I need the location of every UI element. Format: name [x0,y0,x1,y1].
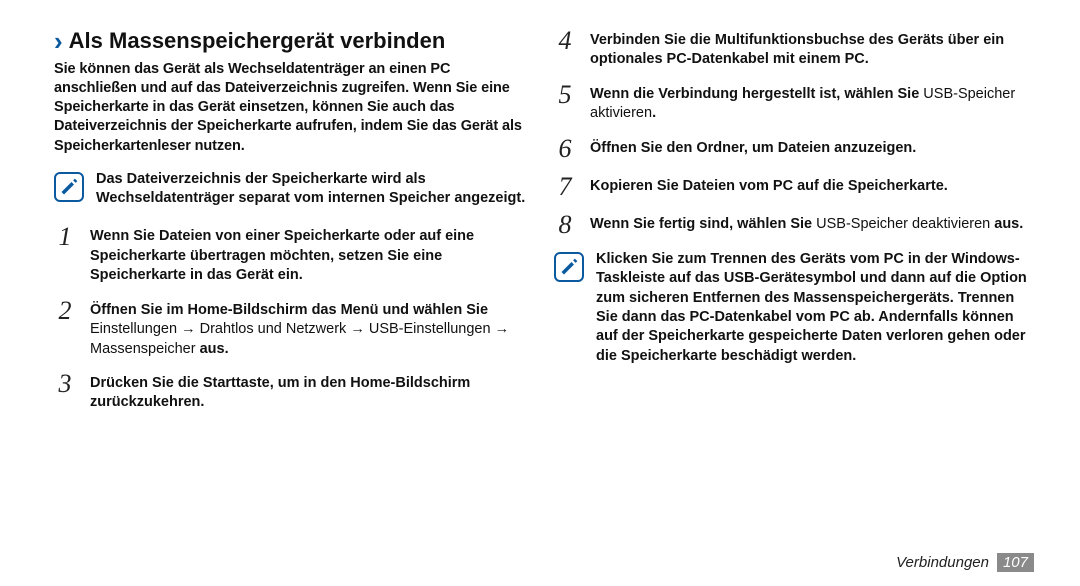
step-6: 6 Öffnen Sie den Ordner, um Dateien anzu… [554,136,1032,162]
bold-run: aus. [994,216,1023,232]
step-number: 1 [54,224,76,250]
note-left: Das Dateiverzeichnis der Speicherkarte w… [54,170,532,209]
steps-left: 1 Wenn Sie Dateien von einer Speicherkar… [54,224,532,412]
footer-section-label: Verbindungen [896,554,989,571]
note-right: Klicken Sie zum Trennen des Geräts vom P… [554,250,1032,367]
step-text: Öffnen Sie im Home-Bildschirm das Menü u… [90,298,532,359]
light-run: USB-Speicher deaktivieren [816,216,994,232]
step-2: 2 Öffnen Sie im Home-Bildschirm das Menü… [54,298,532,359]
step-text: Drücken Sie die Starttaste, um in den Ho… [90,371,532,413]
step-7: 7 Kopieren Sie Dateien vom PC auf die Sp… [554,174,1032,200]
chevron-right-icon: › [54,28,63,54]
note-left-text: Das Dateiverzeichnis der Speicherkarte w… [96,170,532,209]
step-number: 5 [554,82,576,108]
step-number: 8 [554,212,576,238]
step-4: 4 Verbinden Sie die Multifunktionsbuchse… [554,28,1032,70]
note-icon [554,252,584,282]
step-text: Wenn Sie Dateien von einer Speicherkarte… [90,224,532,285]
bold-run: Öffnen Sie im Home-Bildschirm das Menü u… [90,302,488,318]
right-column: 4 Verbinden Sie die Multifunktionsbuchse… [554,28,1032,425]
page-content: › Als Massenspeichergerät verbinden Sie … [0,0,1080,445]
note-right-text: Klicken Sie zum Trennen des Geräts vom P… [596,250,1032,367]
left-column: › Als Massenspeichergerät verbinden Sie … [54,28,532,425]
pencil-icon [559,257,579,277]
pencil-icon [59,177,79,197]
page-footer: Verbindungen 107 [896,553,1034,572]
step-text: Öffnen Sie den Ordner, um Dateien anzuze… [590,136,916,158]
step-1: 1 Wenn Sie Dateien von einer Speicherkar… [54,224,532,285]
intro-paragraph: Sie können das Gerät als Wechseldatenträ… [54,60,532,156]
section-heading: › Als Massenspeichergerät verbinden [54,28,532,54]
bold-run: . [652,105,656,121]
page-number: 107 [997,553,1034,572]
step-number: 3 [54,371,76,397]
step-text: Wenn Sie fertig sind, wählen Sie USB-Spe… [590,212,1023,234]
steps-right: 4 Verbinden Sie die Multifunktionsbuchse… [554,28,1032,238]
step-number: 4 [554,28,576,54]
bold-run: Wenn die Verbindung hergestellt ist, wäh… [590,86,923,102]
step-8: 8 Wenn Sie fertig sind, wählen Sie USB-S… [554,212,1032,238]
step-3: 3 Drücken Sie die Starttaste, um in den … [54,371,532,413]
step-text: Verbinden Sie die Multifunktionsbuchse d… [590,28,1032,70]
step-text: Kopieren Sie Dateien vom PC auf die Spei… [590,174,948,196]
step-number: 2 [54,298,76,324]
step-number: 7 [554,174,576,200]
note-icon [54,172,84,202]
step-5: 5 Wenn die Verbindung hergestellt ist, w… [554,82,1032,124]
bold-run: aus. [200,341,229,357]
bold-run: Wenn Sie fertig sind, wählen Sie [590,216,816,232]
step-number: 6 [554,136,576,162]
light-run: Einstellungen → Drahtlos und Netzwerk → … [90,321,509,356]
heading-text: Als Massenspeichergerät verbinden [69,28,446,54]
step-text: Wenn die Verbindung hergestellt ist, wäh… [590,82,1032,124]
